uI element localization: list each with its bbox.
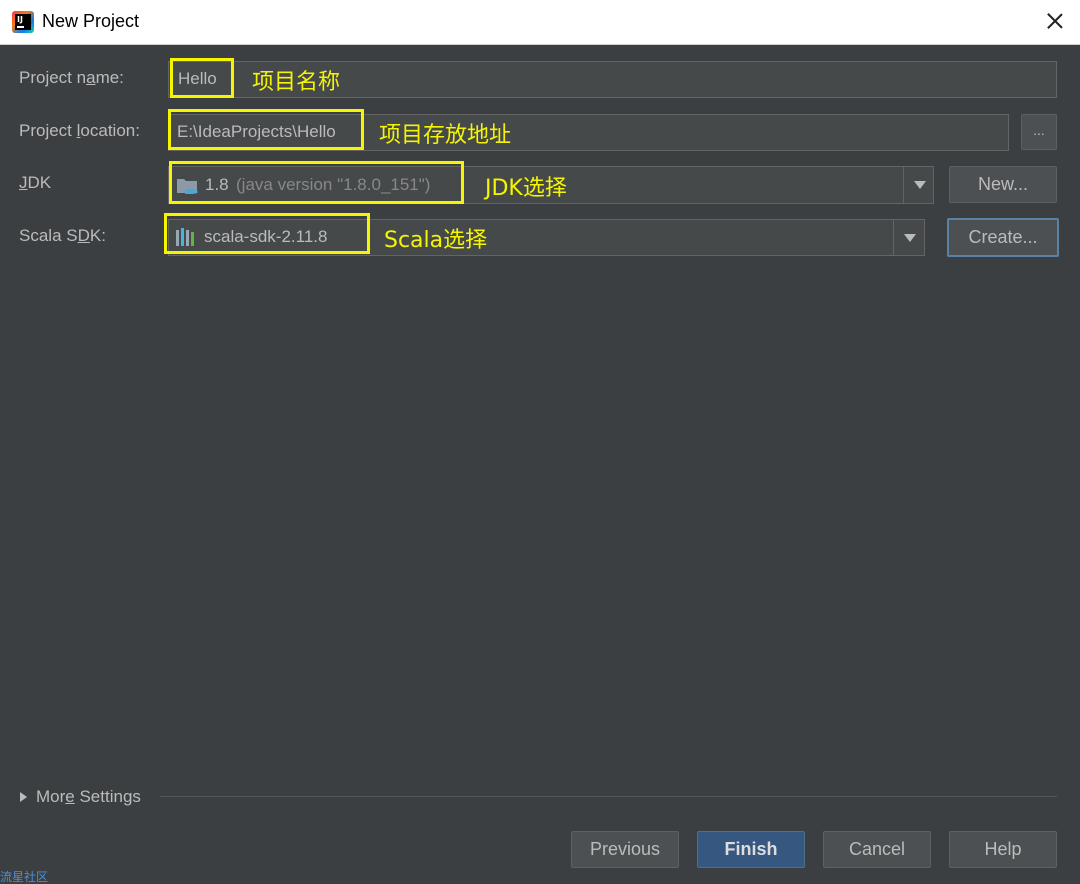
scala-sdk-label: Scala SDK: [19, 226, 106, 245]
project-name-label: Project name: [19, 68, 124, 87]
jdk-annotation: JDK选择 [485, 176, 567, 201]
jdk-dropdown-arrow[interactable] [903, 167, 934, 203]
browse-location-button[interactable]: ... [1021, 114, 1057, 150]
project-location-annotation: 项目存放地址 [379, 123, 512, 148]
scala-sdk-annotation: Scala选择 [384, 228, 488, 253]
project-location-label: Project location: [19, 121, 140, 140]
expand-triangle-icon[interactable] [20, 792, 27, 802]
project-name-highlight [170, 58, 234, 98]
help-button[interactable]: Help [949, 831, 1057, 868]
window-title: New Project [42, 11, 140, 31]
jdk-highlight [169, 161, 464, 204]
intellij-app-icon: IJ [12, 11, 34, 33]
project-name-annotation: 项目名称 [252, 70, 341, 95]
scala-sdk-highlight [164, 213, 370, 254]
cancel-button[interactable]: Cancel [823, 831, 931, 868]
scala-sdk-dropdown-arrow[interactable] [893, 220, 924, 255]
chevron-down-icon [904, 234, 916, 242]
project-location-highlight [168, 109, 364, 150]
chevron-down-icon [914, 181, 926, 189]
finish-button[interactable]: Finish [697, 831, 805, 868]
close-icon[interactable] [1044, 10, 1066, 32]
title-bar: IJ New Project [0, 0, 1080, 45]
previous-button[interactable]: Previous [571, 831, 679, 868]
watermark: 流星社区 [0, 870, 49, 884]
more-settings-toggle[interactable]: More Settings [36, 787, 141, 807]
new-jdk-button[interactable]: New... [949, 166, 1057, 203]
jdk-label: JDK [19, 173, 52, 192]
more-settings-divider [160, 796, 1057, 797]
create-scala-sdk-button[interactable]: Create... [947, 218, 1059, 257]
